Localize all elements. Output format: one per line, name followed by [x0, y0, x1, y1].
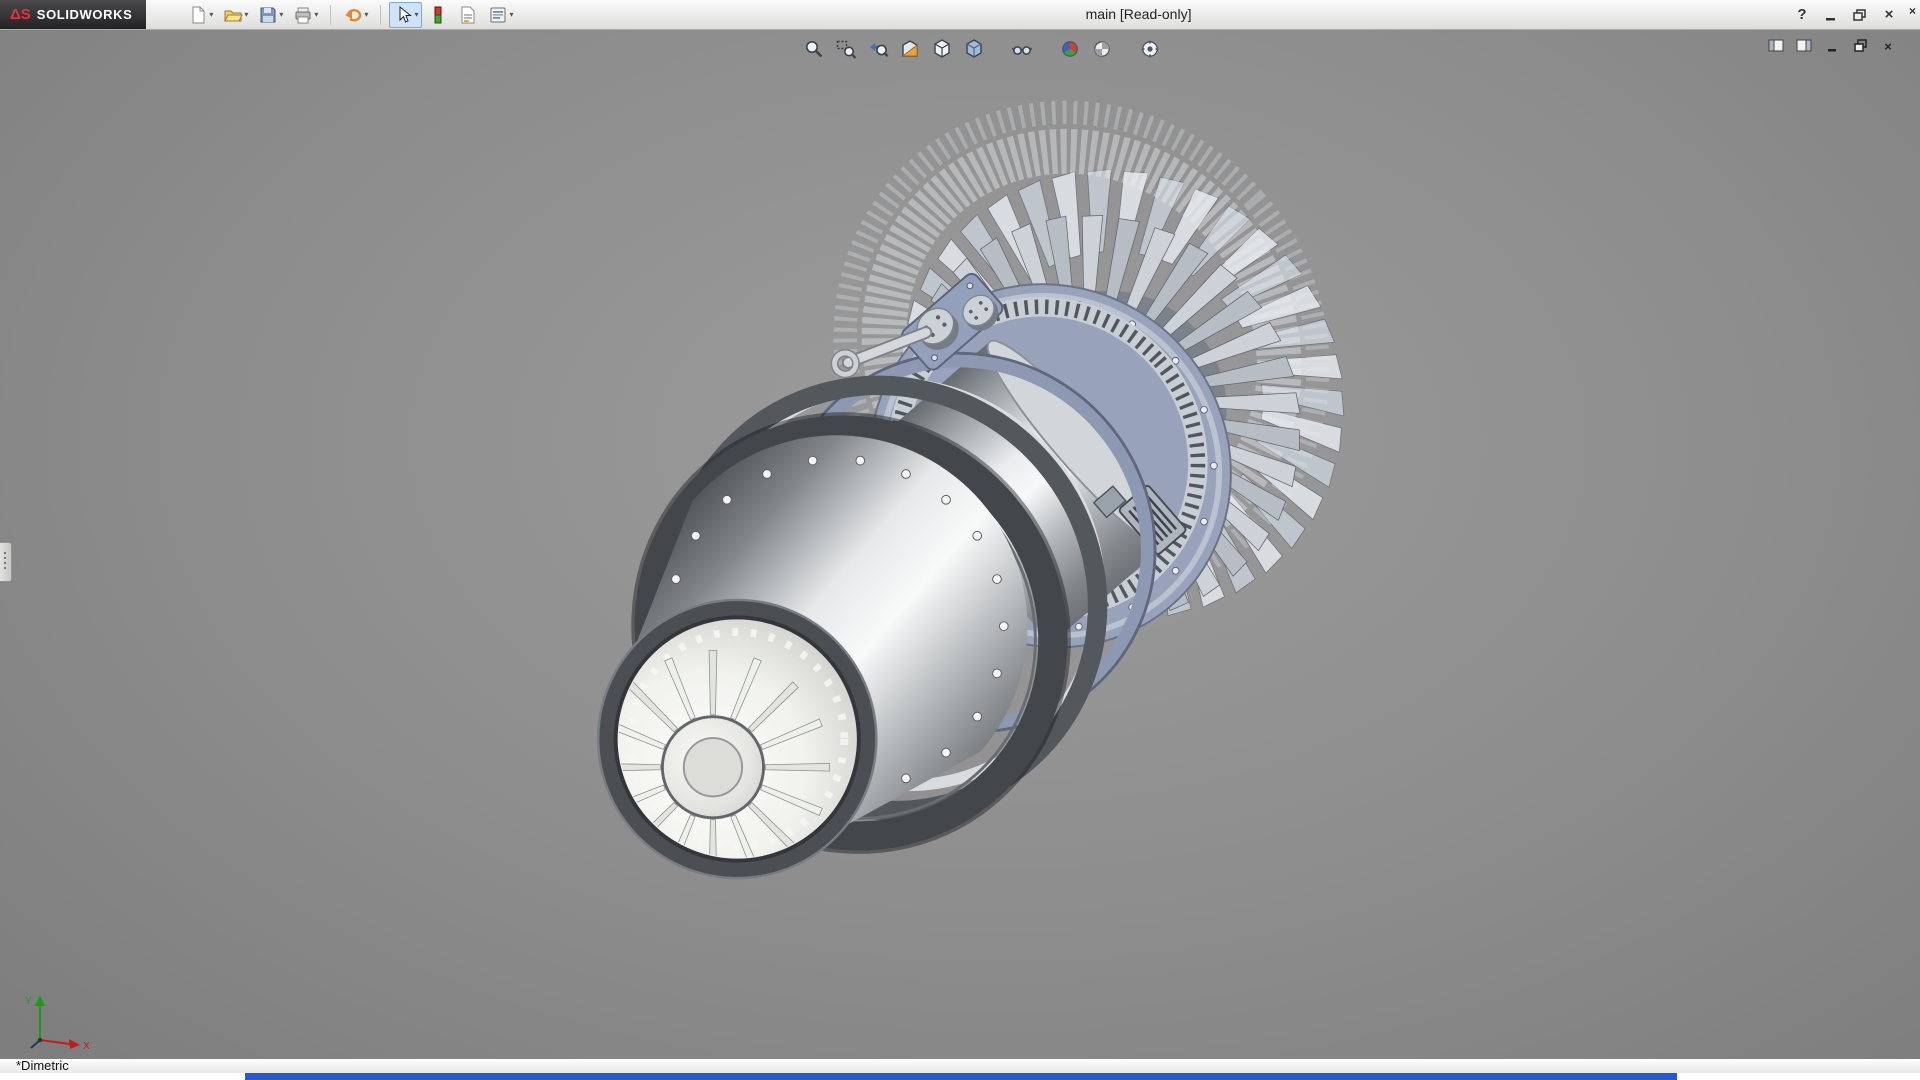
print-button[interactable]: ▾ — [289, 2, 322, 28]
stoplight-icon — [428, 5, 448, 25]
color-sphere-icon — [1059, 38, 1081, 60]
help-button[interactable]: ? — [1791, 5, 1813, 25]
view-orientation-button[interactable] — [928, 36, 956, 62]
file-properties-icon — [458, 5, 478, 25]
y-axis-label: Y — [25, 996, 32, 1007]
restore-icon — [1853, 9, 1867, 21]
options-button[interactable]: ▾ — [484, 2, 517, 28]
undo-button[interactable]: ▾ — [339, 2, 372, 28]
turbofan-assembly — [544, 29, 1436, 941]
restore-document-button[interactable] — [1850, 37, 1870, 55]
standard-toolbar: ▾ ▾ ▾ ▾ ▾ ▾ — [184, 2, 517, 28]
turbofan-model-3d[interactable] — [0, 29, 1920, 1060]
save-floppy-icon — [258, 5, 278, 25]
restore-icon — [1853, 39, 1868, 53]
pane-left-icon — [1767, 38, 1785, 54]
solidworks-window: ΔS SOLIDWORKS ▾ ▾ ▾ ▾ ▾ — [0, 0, 1920, 1080]
save-button[interactable]: ▾ — [254, 2, 287, 28]
open-folder-icon — [223, 5, 243, 25]
undo-arrow-icon — [343, 5, 363, 25]
grip-dots-icon — [4, 552, 6, 554]
solidworks-logo: ΔS SOLIDWORKS — [0, 0, 146, 29]
x-axis-label: X — [83, 1041, 90, 1052]
toolbar-separator — [330, 5, 331, 25]
triad-origin — [38, 1038, 42, 1042]
previous-view-icon — [867, 38, 889, 60]
zoom-to-fit-icon — [803, 38, 825, 60]
select-tool-button[interactable]: ▾ — [389, 2, 422, 28]
window-controls: ? × × — [1791, 0, 1900, 29]
dropdown-caret-icon[interactable]: ▾ — [244, 11, 248, 19]
open-button[interactable]: ▾ — [219, 2, 252, 28]
pane-right-icon — [1795, 38, 1813, 54]
view-orientation-cube-icon — [931, 38, 953, 60]
printer-icon — [293, 5, 313, 25]
restore-pane-right-button[interactable] — [1794, 37, 1814, 55]
dropdown-caret-icon[interactable]: ▾ — [209, 11, 213, 19]
apply-scene-button[interactable] — [1088, 36, 1116, 62]
graphics-viewport[interactable]: × Y X — [0, 29, 1920, 1060]
orientation-triad: Y X — [18, 990, 98, 1054]
minimize-icon — [1824, 9, 1838, 21]
dropdown-caret-icon[interactable]: ▾ — [414, 11, 418, 19]
zoom-to-area-icon — [835, 38, 857, 60]
new-document-icon — [188, 5, 208, 25]
dropdown-caret-icon[interactable]: ▾ — [364, 11, 368, 19]
section-view-button[interactable] — [896, 36, 924, 62]
hide-show-items-button[interactable] — [1008, 36, 1036, 62]
taskbar-sliver — [0, 1073, 1920, 1080]
section-view-icon — [899, 38, 921, 60]
minimize-button[interactable] — [1820, 5, 1842, 25]
ds-logo-icon: ΔS — [10, 6, 31, 23]
document-title: main [Read-only] — [1086, 0, 1192, 29]
zoom-to-fit-button[interactable] — [800, 36, 828, 62]
display-style-button[interactable] — [960, 36, 988, 62]
file-properties-button[interactable] — [454, 2, 482, 28]
minimize-document-button[interactable] — [1822, 37, 1842, 55]
dropdown-caret-icon[interactable]: ▾ — [509, 11, 513, 19]
x-axis-arrow-icon — [69, 1039, 80, 1049]
options-list-icon — [488, 5, 508, 25]
edit-appearance-button[interactable] — [1056, 36, 1084, 62]
dropdown-caret-icon[interactable]: ▾ — [314, 11, 318, 19]
cursor-arrow-icon — [393, 5, 413, 25]
toolbar-separator — [380, 5, 381, 25]
dropdown-caret-icon[interactable]: ▾ — [279, 11, 283, 19]
new-document-button[interactable]: ▾ — [184, 2, 217, 28]
view-orientation-label: *Dimetric — [16, 1058, 69, 1073]
taskbar-blue-segment — [245, 1073, 1677, 1080]
minimize-icon — [1825, 39, 1840, 53]
rebuild-button[interactable] — [424, 2, 452, 28]
restore-pane-left-button[interactable] — [1766, 37, 1786, 55]
previous-view-button[interactable] — [864, 36, 892, 62]
view-settings-icon — [1139, 38, 1161, 60]
glasses-icon — [1011, 38, 1033, 60]
zoom-to-area-button[interactable] — [832, 36, 860, 62]
maximize-button[interactable] — [1849, 5, 1871, 25]
checker-sphere-icon — [1091, 38, 1113, 60]
edge-close-icon[interactable]: × — [1909, 4, 1916, 18]
view-settings-button[interactable] — [1136, 36, 1164, 62]
document-window-controls: × — [1766, 37, 1898, 55]
display-style-cube-icon — [963, 38, 985, 60]
heads-up-toolbar — [800, 36, 1164, 62]
status-bar: *Dimetric — [0, 1059, 1920, 1073]
y-axis-arrow-icon — [35, 995, 45, 1006]
center-hub-inner — [684, 738, 742, 796]
title-bar: ΔS SOLIDWORKS ▾ ▾ ▾ ▾ ▾ — [0, 0, 1920, 30]
close-document-button[interactable]: × — [1878, 37, 1898, 55]
close-button[interactable]: × — [1878, 5, 1900, 25]
solidworks-wordmark: SOLIDWORKS — [37, 7, 133, 22]
feature-panel-collapse-handle[interactable] — [0, 542, 12, 582]
